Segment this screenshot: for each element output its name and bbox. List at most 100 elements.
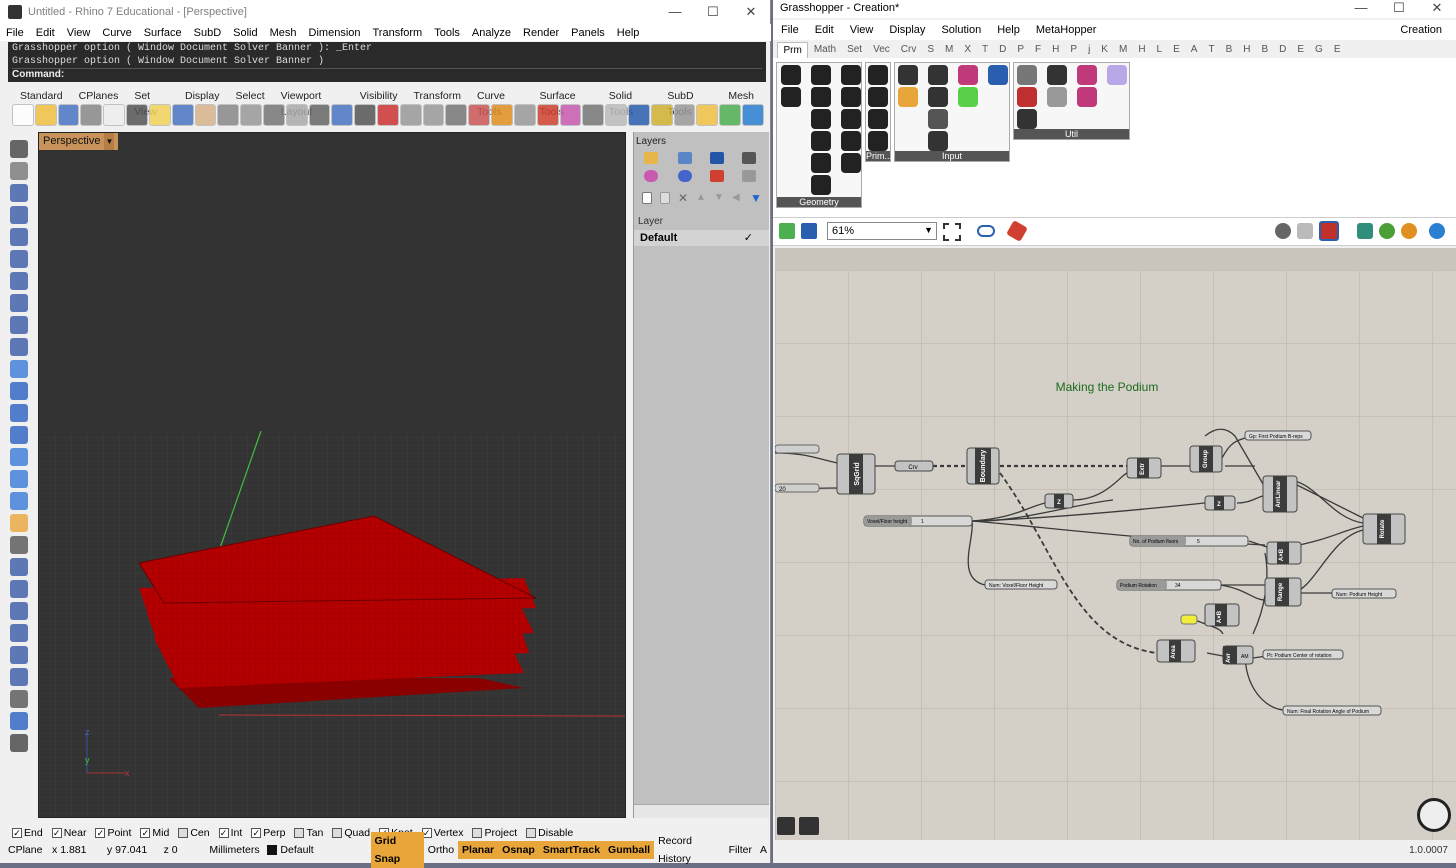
maximize-button[interactable]: ☐ bbox=[694, 0, 732, 24]
toggle-filter[interactable]: Filter bbox=[725, 841, 756, 859]
crv-param[interactable]: Crv bbox=[894, 460, 934, 472]
gh-component-icon[interactable] bbox=[868, 65, 888, 85]
osnap-point[interactable]: ✓ Point bbox=[95, 826, 131, 840]
output-panel-center[interactable]: Pt: Podium Center of rotation bbox=[1262, 649, 1344, 660]
gh-category-tab[interactable]: j bbox=[1083, 42, 1096, 58]
gh-category-tab[interactable]: P bbox=[1065, 42, 1083, 58]
light-icon[interactable] bbox=[650, 104, 673, 126]
polygon-icon[interactable] bbox=[10, 272, 28, 290]
preview-eye-icon[interactable] bbox=[977, 225, 995, 237]
osnap-checkbox[interactable]: ✓ bbox=[251, 828, 262, 838]
delete-layer-icon[interactable]: ✕ bbox=[678, 192, 688, 204]
fillet-icon[interactable] bbox=[10, 338, 28, 356]
gh-category-tab[interactable]: F bbox=[1030, 42, 1047, 58]
toolbar-tab-curve-tools[interactable]: Curve Tools bbox=[469, 88, 531, 118]
toolbar-tab-surface-tools[interactable]: Surface Tools bbox=[531, 88, 600, 118]
osnap-cen[interactable]: Cen bbox=[178, 826, 210, 840]
project-icon[interactable] bbox=[10, 646, 28, 664]
rotate-component[interactable]: Rotate bbox=[1362, 513, 1406, 545]
new-layer-icon[interactable] bbox=[642, 192, 652, 204]
paste-icon[interactable] bbox=[148, 104, 171, 126]
gh-component-icon[interactable] bbox=[958, 87, 978, 107]
gh-canvas[interactable]: Making the Podium 20 SqGrid Crv Boundary… bbox=[775, 248, 1456, 840]
toolbar-tab-mesh[interactable]: Mesh bbox=[720, 88, 762, 104]
gh-component-icon[interactable] bbox=[868, 131, 888, 151]
gh-component-icon[interactable] bbox=[928, 131, 948, 151]
mesh-icon[interactable] bbox=[10, 448, 28, 466]
cplane-icon[interactable] bbox=[399, 104, 422, 126]
gh-close-button[interactable]: ✕ bbox=[1418, 0, 1456, 18]
display-options-icon[interactable] bbox=[1429, 223, 1445, 239]
more-icon[interactable] bbox=[10, 734, 28, 752]
cplane-elevation-icon[interactable] bbox=[422, 104, 445, 126]
osnap-project[interactable]: Project bbox=[472, 826, 517, 840]
cut-icon[interactable] bbox=[126, 104, 148, 126]
bell-icon[interactable] bbox=[710, 152, 724, 164]
display-icon[interactable] bbox=[678, 152, 692, 164]
gh-category-tab[interactable]: B bbox=[1220, 42, 1238, 58]
preview-wire-icon[interactable] bbox=[1275, 223, 1291, 239]
circle-icon[interactable] bbox=[10, 228, 28, 246]
toolbar-tab-subd-tools[interactable]: SubD Tools bbox=[659, 88, 720, 118]
gh-category-tab[interactable]: K bbox=[1096, 42, 1114, 58]
multiply-component-2[interactable]: A×B bbox=[1204, 603, 1240, 627]
gh-menu-file[interactable]: File bbox=[773, 24, 807, 36]
toggle-planar[interactable]: Planar bbox=[458, 841, 499, 859]
gh-status-save-icon[interactable] bbox=[777, 817, 795, 835]
osnap-int[interactable]: ✓ Int bbox=[218, 826, 242, 840]
toggle-osnap[interactable]: Osnap bbox=[498, 841, 539, 859]
toggle-smarttrack[interactable]: SmartTrack bbox=[538, 841, 605, 859]
gh-category-tab[interactable]: G bbox=[1310, 42, 1329, 58]
gh-category-tab[interactable]: D bbox=[994, 42, 1012, 58]
gh-component-icon[interactable] bbox=[811, 131, 831, 151]
zoom-extents-icon[interactable] bbox=[943, 223, 961, 241]
undo-icon[interactable] bbox=[171, 104, 194, 126]
gh-component-icon[interactable] bbox=[988, 65, 1008, 85]
slider-podium-floors[interactable]: No. of Podium floors 5 bbox=[1129, 535, 1249, 547]
close-button[interactable]: ✕ bbox=[732, 0, 770, 24]
gh-component-icon[interactable] bbox=[781, 65, 801, 85]
point-icon[interactable] bbox=[10, 162, 28, 180]
extrude-icon[interactable] bbox=[10, 514, 28, 532]
gh-menu-help[interactable]: Help bbox=[989, 24, 1028, 36]
cplane-indicator[interactable]: CPlane bbox=[0, 841, 48, 859]
units[interactable]: Millimeters bbox=[205, 841, 263, 859]
gh-component-icon[interactable] bbox=[1017, 109, 1037, 129]
gh-category-tab[interactable]: Math bbox=[808, 42, 841, 58]
torus-icon[interactable] bbox=[10, 470, 28, 488]
gh-category-tab[interactable]: L bbox=[1151, 42, 1168, 58]
layers-horizontal-scrollbar[interactable] bbox=[634, 804, 769, 818]
gh-category-tab[interactable]: T bbox=[1203, 42, 1220, 58]
gh-component-icon[interactable] bbox=[1047, 87, 1067, 107]
osnap-icon[interactable] bbox=[605, 104, 627, 126]
dimension-icon[interactable] bbox=[10, 690, 28, 708]
render-icon[interactable] bbox=[559, 104, 582, 126]
properties-icon[interactable] bbox=[536, 104, 559, 126]
perspective-viewport[interactable]: z y x Perspective ▼ bbox=[38, 132, 626, 818]
gh-maximize-button[interactable]: ☐ bbox=[1380, 0, 1418, 18]
box-icon[interactable] bbox=[10, 382, 28, 400]
shield-icon[interactable] bbox=[710, 170, 724, 182]
output-panel-podium-height[interactable]: Num: Podium Height bbox=[1331, 588, 1397, 599]
shade-icon[interactable] bbox=[582, 104, 605, 126]
gears-icon[interactable] bbox=[696, 104, 719, 126]
osnap-checkbox[interactable]: ✓ bbox=[12, 828, 22, 838]
preview-selected-icon[interactable] bbox=[1319, 221, 1339, 241]
gh-component-icon[interactable] bbox=[841, 65, 861, 85]
gh-category-tab[interactable]: B bbox=[1256, 42, 1274, 58]
folder-icon[interactable] bbox=[644, 152, 658, 164]
move-left-icon[interactable]: ◀ bbox=[732, 192, 742, 204]
toolbar-tab-set-view[interactable]: Set View bbox=[126, 88, 177, 118]
copy-icon[interactable] bbox=[103, 104, 126, 126]
osnap-tan[interactable]: Tan bbox=[294, 826, 323, 840]
gh-menu-display[interactable]: Display bbox=[881, 24, 933, 36]
area-component[interactable]: Area bbox=[1156, 639, 1196, 663]
toolbar-tab-cplanes[interactable]: CPlanes bbox=[71, 88, 127, 104]
material-sphere-icon[interactable] bbox=[1401, 223, 1417, 239]
osnap-checkbox[interactable]: ✓ bbox=[140, 828, 151, 838]
gh-category-tab[interactable]: T bbox=[977, 42, 994, 58]
gh-component-icon[interactable] bbox=[811, 175, 831, 195]
menu-item-tools[interactable]: Tools bbox=[428, 27, 466, 39]
compass-widget-icon[interactable] bbox=[1417, 798, 1451, 832]
gh-category-tab[interactable]: A bbox=[1185, 42, 1203, 58]
